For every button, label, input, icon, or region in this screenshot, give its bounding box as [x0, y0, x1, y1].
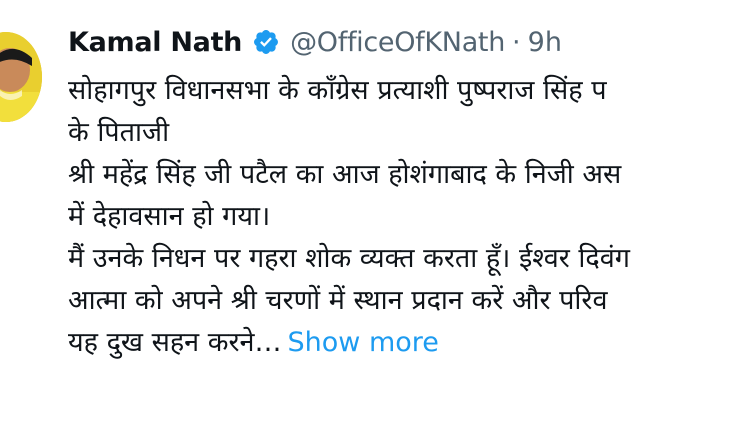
separator-dot: ·	[512, 26, 521, 58]
tweet-text-line: मैं उनके निधन पर गहरा शोक व्यक्त करता हू…	[68, 243, 630, 274]
tweet-text-line: के पिताजी	[68, 117, 170, 148]
verified-badge-icon[interactable]	[252, 28, 280, 56]
tweet-text-line: श्री महेंद्र सिंह जी पटैल का आज होशंगाबा…	[68, 159, 622, 190]
tweet-timestamp[interactable]: 9h	[528, 27, 562, 58]
tweet-text-line: में देहावसान हो गया।	[68, 201, 271, 232]
tweet-text-truncated: यह दुख सहन करने…	[68, 327, 282, 358]
author-handle[interactable]: @OfficeOfKNath	[290, 27, 505, 58]
profile-photo-icon	[0, 32, 42, 122]
author-name[interactable]: Kamal Nath	[68, 27, 242, 58]
tweet-text-line: आत्मा को अपने श्री चरणों में स्थान प्रदा…	[68, 285, 608, 316]
tweet-text: सोहागपुर विधानसभा के काँग्रेस प्रत्याशी …	[68, 70, 750, 364]
tweet-text-line: सोहागपुर विधानसभा के काँग्रेस प्रत्याशी …	[68, 75, 607, 106]
show-more-link[interactable]: Show more	[288, 327, 439, 358]
tweet-text-last-line: यह दुख सहन करने… Show more	[68, 322, 750, 364]
avatar[interactable]	[0, 32, 42, 122]
tweet-header: Kamal Nath @OfficeOfKNath · 9h	[68, 22, 562, 62]
